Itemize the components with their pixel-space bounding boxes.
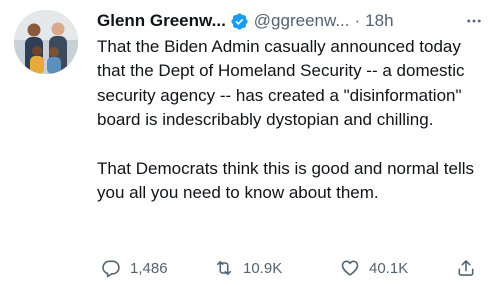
share-button[interactable] xyxy=(456,256,476,280)
tweet-header: Glenn Greenw... @ggreenw... · 18h xyxy=(97,8,489,34)
header-separator: · xyxy=(354,11,361,30)
reply-button[interactable]: 1,486 xyxy=(101,256,168,280)
tweet-card[interactable]: Glenn Greenw... @ggreenw... · 18h That t… xyxy=(0,0,500,285)
share-upload-icon xyxy=(458,260,474,276)
avatar[interactable] xyxy=(14,10,78,74)
retweet-button[interactable]: 10.9K xyxy=(214,256,282,280)
tweet-timestamp[interactable]: 18h xyxy=(365,11,393,31)
like-button[interactable]: 40.1K xyxy=(340,256,408,280)
reply-count: 1,486 xyxy=(130,259,168,277)
author-handle[interactable]: @ggreenw... xyxy=(254,11,350,31)
reply-bubble-icon xyxy=(102,260,120,278)
retweet-arrows-icon xyxy=(216,260,232,276)
heart-icon xyxy=(341,260,359,276)
tweet-paragraph: That the Biden Admin casually announced … xyxy=(97,37,465,130)
author-display-name[interactable]: Glenn Greenw... xyxy=(97,11,226,31)
tweet-paragraph: That Democrats think this is good and no… xyxy=(97,158,475,203)
tweet-actions: 1,486 10.9K 40.1K xyxy=(97,256,489,280)
retweet-count: 10.9K xyxy=(243,259,283,277)
verified-badge-icon xyxy=(231,12,248,30)
tweet-text: That the Biden Admin casually announced … xyxy=(97,35,489,205)
more-horizontal-icon[interactable] xyxy=(463,12,485,30)
tweet-content: Glenn Greenw... @ggreenw... · 18h That t… xyxy=(97,8,489,205)
avatar-photo xyxy=(14,10,78,74)
like-count: 40.1K xyxy=(369,259,409,277)
